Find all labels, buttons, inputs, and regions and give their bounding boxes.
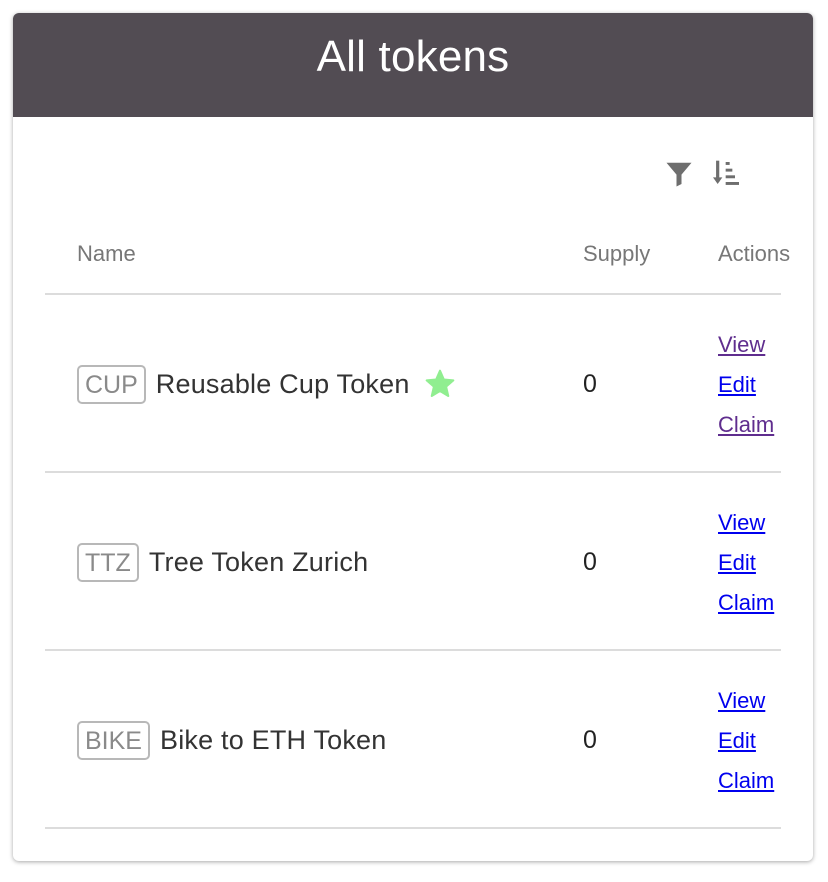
token-symbol-badge: BIKE [77, 720, 150, 760]
divider [45, 827, 781, 829]
token-name: Reusable Cup Token [155, 368, 410, 399]
supply-cell: 0 [583, 369, 597, 398]
edit-link[interactable]: Edit [718, 365, 774, 405]
name-cell: CUP Reusable Cup Token [77, 295, 456, 473]
table-row: TTZ Tree Token Zurich 0 View Edit Claim [13, 473, 813, 651]
claim-link[interactable]: Claim [718, 583, 774, 623]
token-name: Tree Token Zurich [148, 546, 369, 577]
table-row: CUP Reusable Cup Token 0 View Edit Claim [13, 295, 813, 473]
supply-cell: 0 [583, 725, 597, 754]
column-header-name[interactable]: Name [77, 241, 136, 267]
filter-icon [666, 162, 692, 187]
claim-link[interactable]: Claim [718, 405, 774, 445]
filter-button[interactable] [663, 158, 695, 190]
actions-cell: View Edit Claim [718, 503, 774, 623]
view-link[interactable]: View [718, 325, 774, 365]
supply-cell: 0 [583, 547, 597, 576]
table-row: BIKE Bike to ETH Token 0 View Edit Claim [13, 651, 813, 829]
page-title: All tokens [316, 32, 510, 81]
token-symbol-badge: CUP [77, 364, 146, 404]
view-link[interactable]: View [718, 681, 774, 721]
token-symbol-badge: TTZ [77, 542, 139, 582]
sort-icon [713, 160, 739, 185]
actions-cell: View Edit Claim [718, 325, 774, 445]
actions-cell: View Edit Claim [718, 681, 774, 801]
star-icon [424, 368, 456, 400]
name-cell: TTZ Tree Token Zurich [77, 473, 368, 651]
card-header: All tokens [13, 13, 813, 117]
edit-link[interactable]: Edit [718, 543, 774, 583]
table-header: Name Supply Actions [13, 223, 813, 283]
column-header-actions: Actions [718, 241, 791, 266]
edit-link[interactable]: Edit [718, 721, 774, 761]
tokens-card: All tokens Name Supply Actions CUP Reusa… [13, 13, 813, 861]
table-toolbar [663, 158, 743, 190]
name-cell: BIKE Bike to ETH Token [77, 651, 387, 829]
token-name: Bike to ETH Token [159, 724, 387, 755]
sort-button[interactable] [711, 158, 743, 190]
column-header-supply[interactable]: Supply [583, 241, 650, 267]
view-link[interactable]: View [718, 503, 774, 543]
claim-link[interactable]: Claim [718, 761, 774, 801]
